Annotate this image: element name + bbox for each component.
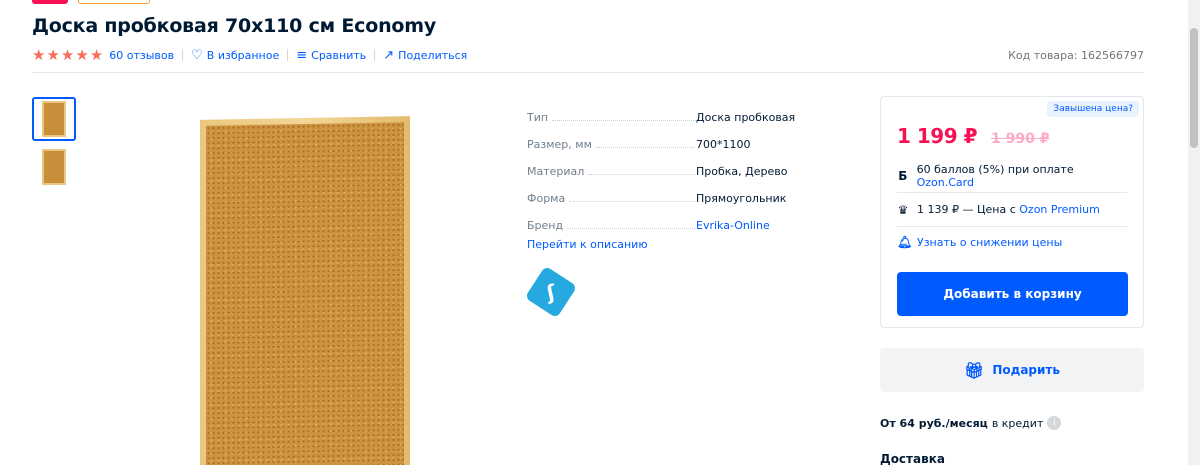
cork-board-frame [200,116,410,465]
scrollbar[interactable] [1188,0,1200,465]
bonus-text: 60 баллов (5%) при оплате Ozon.Card [916,162,1074,189]
star-icon: ★ [75,45,89,64]
bell-icon: 🔔︎ [897,235,913,249]
credit-info: От 64 руб./месяц в кредит i [880,416,1062,430]
gift-label: Подарить [992,363,1060,377]
thumbnail-image [42,101,66,137]
meta-row: ★ ★ ★ ★ ★ 60 отзывов ♡ В избранное ≡ Сра… [32,47,1144,63]
old-price: 1 990 ₽ [991,131,1050,147]
spec-key: Размер, мм [527,138,592,151]
spec-value: Пробка, Дерево [696,165,788,178]
star-icon: ★ [89,45,104,64]
price-card: Завышена цена? 1 199 ₽ 1 990 ₽ Б 60 балл… [880,96,1144,328]
price-row: 1 199 ₽ 1 990 ₽ [897,124,1049,148]
stork-icon: ʃ [544,279,558,305]
spec-value: 700*1100 [696,138,751,151]
spec-row: Тип Доска пробковая [527,97,827,124]
premium-icon: ♛ [897,202,909,217]
ozon-premium-link[interactable]: Ozon Premium [1019,203,1100,216]
divider [182,49,184,61]
product-main-image[interactable] [200,116,410,465]
sku-code: Код товара: 162566797 [1008,48,1144,62]
product-title: Доска пробковая 70x110 см Economy [32,15,437,37]
credit-amount: От 64 руб./месяц [880,416,988,430]
brand-link[interactable]: Evrika-Online [696,219,770,232]
spec-value: Доска пробковая [696,111,796,124]
spec-row: Бренд Evrika-Online [527,205,827,232]
divider [287,49,289,61]
spec-row: Форма Прямоугольник [527,178,827,205]
spec-key: Тип [527,111,549,124]
spec-row: Размер, мм 700*1100 [527,124,827,151]
compare-icon: ≡ [296,47,308,63]
price-complaint-link[interactable]: Завышена цена? [1047,101,1139,117]
goto-description-link[interactable]: Перейти к описанию [527,238,648,251]
bonus-row: Б 60 баллов (5%) при оплате Ozon.Card [897,159,1127,193]
spec-dots [552,120,703,121]
bonus-icon: Б [898,168,908,183]
premium-row: ♛ 1 139 ₽ — Цена с Ozon Premium [897,193,1127,227]
favorite-label: В избранное [206,48,280,62]
spec-key: Материал [527,165,585,178]
specs-list: Тип Доска пробковая Размер, мм 700*1100 … [527,97,827,232]
header-divider [32,72,1144,73]
current-price: 1 199 ₽ [897,124,978,148]
spec-dots [595,147,694,148]
favorite-button[interactable]: ♡ В избранное [191,49,279,62]
spec-key: Форма [527,192,566,205]
divider [374,49,376,61]
spec-value: Прямоугольник [696,192,787,205]
share-label: Поделиться [398,48,468,62]
star-icon: ★ [32,45,46,64]
spec-dots [588,174,697,175]
gift-icon: 🎁︎ [964,360,985,380]
star-icon: ★ [46,45,60,64]
compare-label: Сравнить [311,48,367,62]
add-to-cart-button[interactable]: Добавить в корзину [897,272,1128,316]
spec-dots [569,201,696,202]
thumbnail-image [42,149,66,185]
spec-key: Бренд [527,219,564,232]
info-icon[interactable]: i [1047,416,1062,430]
credit-suffix: в кредит [991,416,1044,430]
promo-badge [32,0,68,4]
thumbnail-list [32,97,76,193]
rating-stars[interactable]: ★ ★ ★ ★ ★ [32,45,104,64]
top-badges [32,0,150,4]
scrollbar-thumb[interactable] [1190,28,1198,148]
compare-button[interactable]: ≡ Сравнить [296,49,366,62]
heart-icon: ♡ [191,47,203,63]
star-icon: ★ [60,45,75,64]
thumbnail-2[interactable] [32,145,76,189]
cork-board-surface [206,122,404,465]
share-button[interactable]: ↗ Поделиться [383,49,467,62]
promo-badge-outline [78,0,150,4]
delivery-heading: Доставка [880,452,945,465]
brand-logo[interactable]: ʃ [523,264,580,321]
premium-text: 1 139 ₽ — Цена с Ozon Premium [917,203,1100,216]
thumbnail-1[interactable] [32,97,76,141]
price-notify-link[interactable]: Узнать о снижении цены [917,236,1062,249]
ozon-card-link[interactable]: Ozon.Card [917,176,974,189]
spec-dots [567,228,696,229]
reviews-link[interactable]: 60 отзывов [109,49,174,62]
spec-row: Материал Пробка, Дерево [527,151,827,178]
gift-button[interactable]: 🎁︎ Подарить [880,348,1144,392]
price-notify-row[interactable]: 🔔︎ Узнать о снижении цены [897,225,1127,259]
share-icon: ↗ [383,47,395,63]
